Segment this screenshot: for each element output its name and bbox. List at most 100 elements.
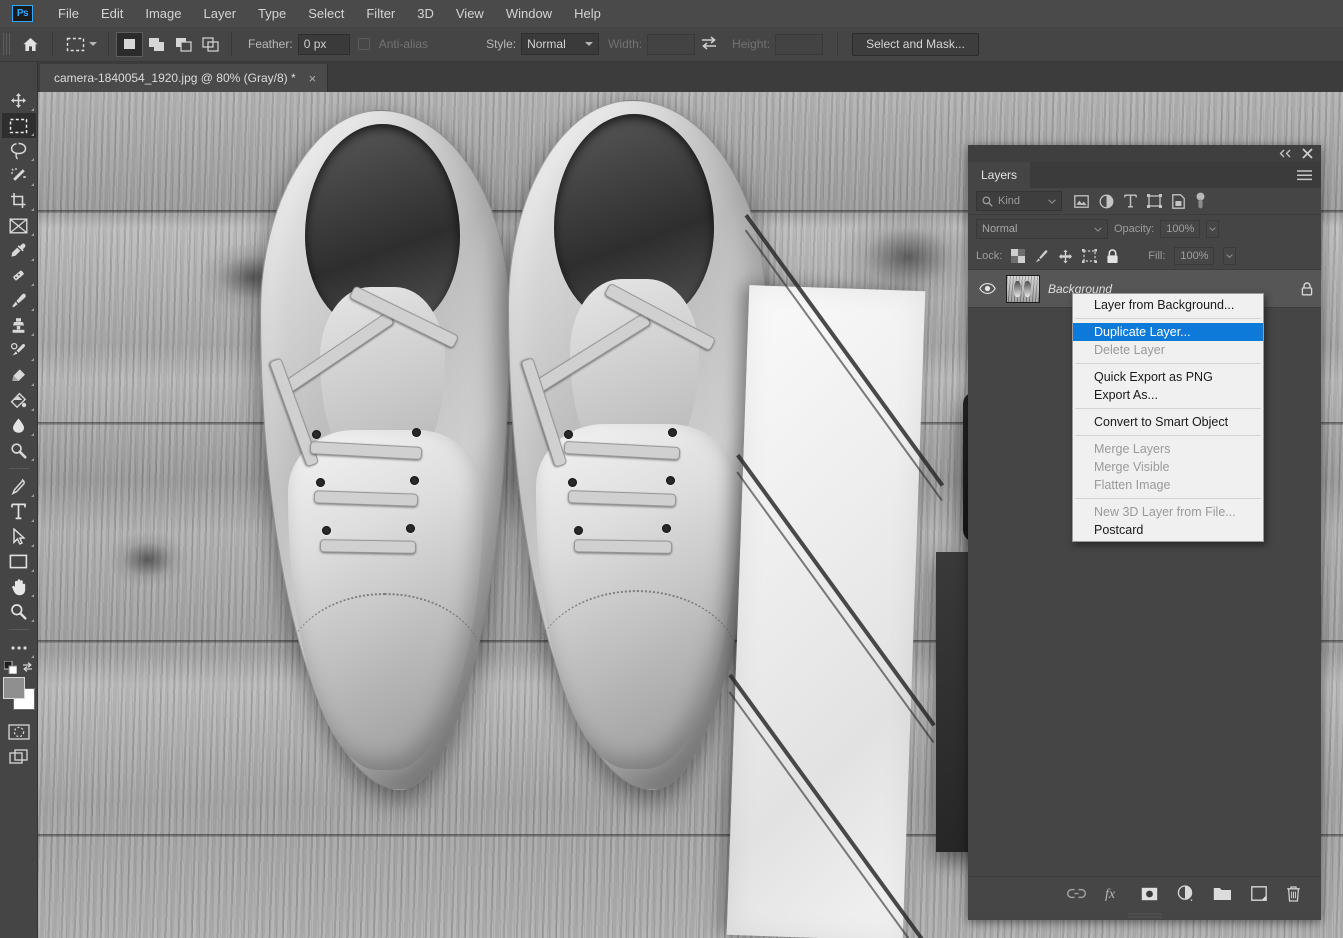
add-to-selection-button[interactable]: [143, 32, 170, 57]
delete-layer-icon[interactable]: [1286, 885, 1301, 902]
filter-smart-object-layers-icon[interactable]: [1172, 193, 1185, 209]
history-brush-tool[interactable]: [2, 338, 36, 363]
new-selection-button[interactable]: [116, 31, 143, 57]
eyedropper-tool[interactable]: [2, 238, 36, 263]
menu-edit[interactable]: Edit: [90, 2, 134, 25]
menu-type[interactable]: Type: [247, 2, 297, 25]
context-menu-item-layer-from-background[interactable]: Layer from Background...: [1073, 296, 1263, 314]
style-select[interactable]: Normal: [521, 33, 600, 55]
spot-healing-brush-tool[interactable]: [2, 263, 36, 288]
close-panel-icon[interactable]: [1302, 148, 1313, 159]
clone-stamp-tool[interactable]: [2, 313, 36, 338]
home-icon[interactable]: [15, 29, 45, 59]
opacity-input[interactable]: 100%: [1160, 220, 1201, 238]
options-bar-grip[interactable]: [3, 33, 11, 55]
foreground-color-swatch[interactable]: [2, 677, 25, 699]
document-tab[interactable]: camera-1840054_1920.jpg @ 80% (Gray/8) *…: [40, 64, 329, 92]
anti-alias-checkbox[interactable]: [357, 38, 370, 50]
menu-view[interactable]: View: [445, 2, 495, 25]
default-colors-icon[interactable]: [3, 660, 17, 674]
menu-filter[interactable]: Filter: [355, 2, 406, 25]
link-layers-icon[interactable]: [1067, 888, 1086, 899]
screen-mode-icon[interactable]: [2, 744, 36, 769]
menu-3d[interactable]: 3D: [406, 2, 445, 25]
menu-layer[interactable]: Layer: [193, 2, 248, 25]
context-menu-item-export-as[interactable]: Export As...: [1073, 386, 1263, 404]
quick-mask-mode-icon[interactable]: [2, 719, 36, 744]
tool-preset-picker[interactable]: [60, 34, 101, 54]
layer-style-fx-icon[interactable]: fx: [1105, 886, 1122, 901]
feather-input[interactable]: 0 px: [297, 33, 350, 55]
hand-tool[interactable]: [2, 574, 36, 599]
dodge-tool[interactable]: [2, 438, 36, 463]
lock-image-pixels-icon[interactable]: [1034, 249, 1049, 264]
context-menu-separator: [1075, 498, 1261, 499]
shoe-lace: [319, 539, 417, 554]
opacity-stepper[interactable]: [1206, 220, 1220, 238]
brush-tool[interactable]: [2, 288, 36, 313]
lock-all-icon[interactable]: [1106, 248, 1119, 264]
magic-wand-tool[interactable]: [2, 163, 36, 188]
intersect-selection-button[interactable]: [197, 32, 224, 57]
menu-help[interactable]: Help: [563, 2, 612, 25]
gradient-tool[interactable]: [2, 388, 36, 413]
panel-resize-grip[interactable]: [968, 910, 1321, 920]
context-menu-item-postcard[interactable]: Postcard: [1073, 521, 1263, 539]
layer-filter-kind-select[interactable]: Kind: [976, 191, 1062, 211]
type-tool[interactable]: [2, 499, 36, 524]
thumbnail-shoe: [1014, 280, 1021, 297]
new-group-icon[interactable]: [1213, 887, 1232, 901]
blend-mode-select[interactable]: Normal: [976, 219, 1108, 239]
add-layer-mask-icon[interactable]: [1141, 887, 1158, 901]
panel-menu-icon[interactable]: [1288, 162, 1321, 188]
lasso-tool[interactable]: [2, 138, 36, 163]
move-tool[interactable]: [2, 88, 36, 113]
context-menu-item-convert-to-smart-object[interactable]: Convert to Smart Object: [1073, 413, 1263, 431]
collapse-panel-icon[interactable]: [1279, 149, 1292, 158]
swap-width-height-icon[interactable]: [700, 35, 718, 53]
menu-select[interactable]: Select: [297, 2, 355, 25]
layer-thumbnail[interactable]: [1006, 274, 1040, 303]
tab-layers[interactable]: Layers: [968, 162, 1031, 188]
filter-toggle-switch-icon[interactable]: [1195, 192, 1206, 210]
new-fill-adjustment-layer-icon[interactable]: [1177, 885, 1194, 902]
filter-type-layers-icon[interactable]: [1124, 194, 1137, 208]
width-input[interactable]: [647, 33, 696, 55]
height-input[interactable]: [775, 33, 824, 55]
shoe-right: [508, 100, 766, 790]
lock-transparent-pixels-icon[interactable]: [1011, 249, 1026, 263]
toolbar-separator: [8, 629, 29, 630]
filter-shape-layers-icon[interactable]: [1147, 194, 1162, 208]
menu-window[interactable]: Window: [495, 2, 563, 25]
menu-image[interactable]: Image: [134, 2, 192, 25]
rectangular-marquee-tool[interactable]: [1, 113, 36, 138]
close-icon[interactable]: ×: [306, 72, 320, 85]
fill-stepper[interactable]: [1223, 247, 1237, 265]
context-menu-item-quick-export-as-png[interactable]: Quick Export as PNG: [1073, 368, 1263, 386]
layer-visibility-eye-icon[interactable]: [976, 283, 998, 294]
filter-pixel-layers-icon[interactable]: [1074, 194, 1089, 208]
lock-artboard-nesting-icon[interactable]: [1082, 249, 1098, 263]
frame-tool[interactable]: [2, 213, 36, 238]
filter-adjustment-layers-icon[interactable]: [1099, 194, 1114, 209]
rectangle-tool[interactable]: [2, 549, 36, 574]
swap-colors-icon[interactable]: [21, 661, 34, 673]
context-menu-item-duplicate-layer[interactable]: Duplicate Layer...: [1073, 323, 1263, 341]
fill-input[interactable]: 100%: [1174, 247, 1215, 265]
feather-label: Feather:: [248, 37, 293, 51]
path-selection-tool[interactable]: [2, 524, 36, 549]
eraser-tool[interactable]: [2, 363, 36, 388]
edit-toolbar-tool[interactable]: [2, 635, 36, 660]
pen-tool[interactable]: [2, 474, 36, 499]
new-layer-icon[interactable]: [1251, 886, 1267, 901]
zoom-tool[interactable]: [2, 599, 36, 624]
lock-position-icon[interactable]: [1058, 249, 1073, 264]
foreground-background-colors[interactable]: [2, 677, 36, 711]
menu-file[interactable]: File: [47, 2, 90, 25]
blur-tool[interactable]: [2, 413, 36, 438]
select-and-mask-button[interactable]: Select and Mask...: [852, 32, 979, 56]
chevron-down-icon: [1048, 198, 1056, 204]
crop-tool[interactable]: [2, 188, 36, 213]
subtract-from-selection-button[interactable]: [170, 32, 197, 57]
necktie: [726, 214, 944, 938]
